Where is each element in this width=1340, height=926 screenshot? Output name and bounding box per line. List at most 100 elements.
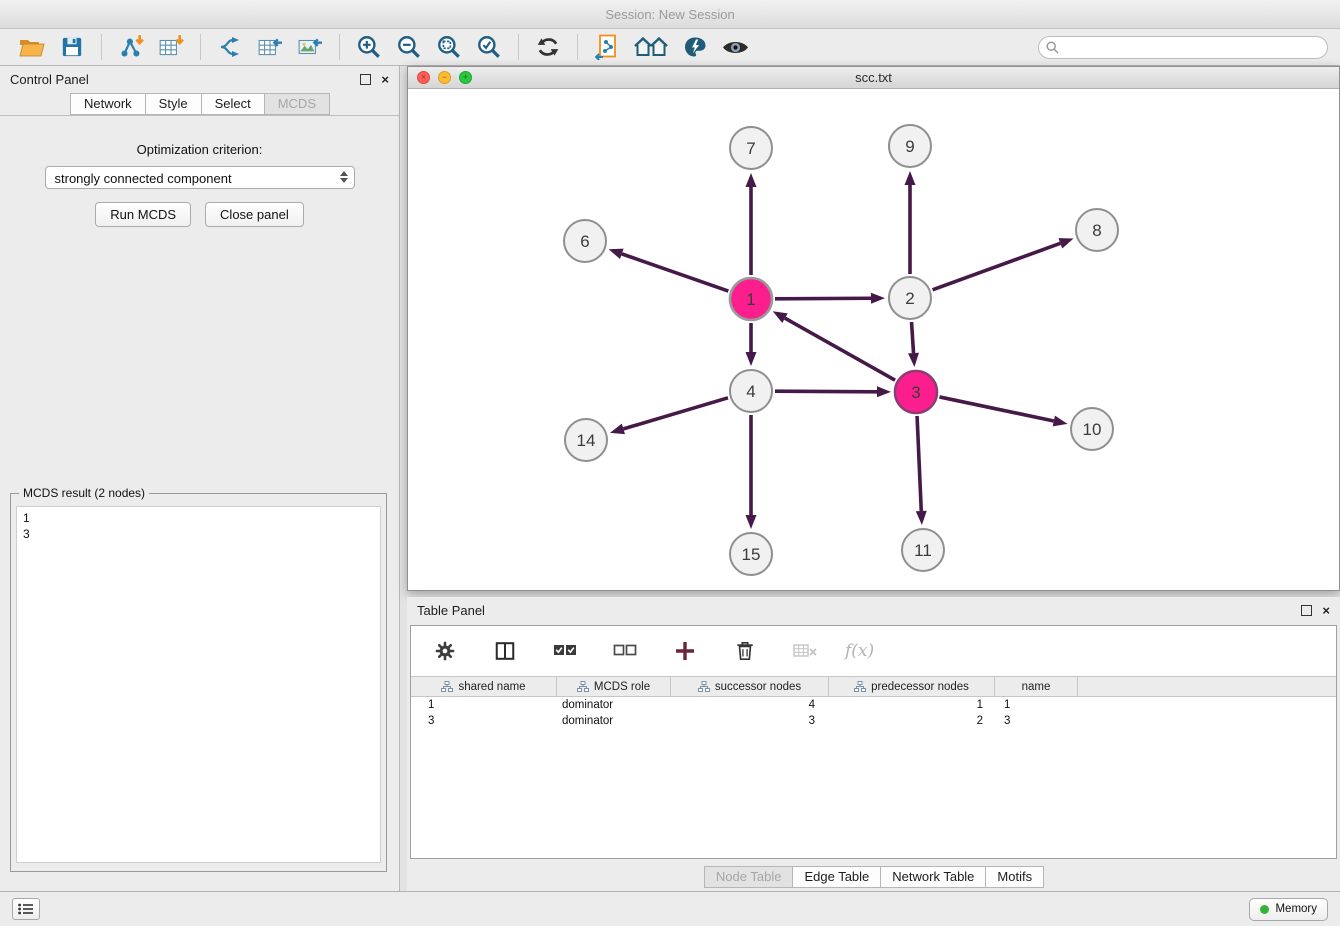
network-window-titlebar[interactable]: × − + scc.txt [408,67,1339,89]
apply-style-icon[interactable] [680,33,710,61]
show-columns-icon[interactable] [490,637,520,665]
table-row[interactable]: 1 dominator 4 1 1 [411,697,1336,713]
edge-arrowhead-1-4 [746,352,757,366]
column-header-successor-nodes[interactable]: successor nodes [671,677,829,696]
create-column-plus-icon[interactable] [670,637,700,665]
edge-arrowhead-3-11 [916,511,927,525]
zoom-in-icon[interactable] [354,33,384,61]
column-type-icon [441,681,453,692]
tab-node-table[interactable]: Node Table [704,866,794,888]
close-panel-icon[interactable]: × [381,73,389,86]
toolbar-separator [339,34,340,60]
edge-1-2[interactable] [775,298,871,299]
edge-arrowhead-1-7 [746,173,757,187]
cell-mcds-role[interactable]: dominator [557,713,671,729]
tab-network-table[interactable]: Network Table [880,866,986,888]
edge-3-10[interactable] [939,397,1053,421]
node-label-3: 3 [911,383,920,402]
close-window-button[interactable]: × [417,71,430,84]
network-view-window: × − + scc.txt 7968124314101511 [407,66,1340,591]
network-canvas[interactable]: 7968124314101511 [408,89,1339,591]
refresh-view-icon[interactable] [533,33,563,61]
import-network-icon[interactable] [116,33,146,61]
table-settings-gear-icon[interactable] [430,637,460,665]
cell-name[interactable]: 1 [995,697,1078,713]
show-graphics-details-icon[interactable] [720,33,750,61]
node-label-14: 14 [577,431,596,450]
cell-name[interactable]: 3 [995,713,1078,729]
float-panel-icon[interactable] [360,74,371,85]
network-window-title: scc.txt [855,70,892,85]
import-table-icon[interactable] [156,33,186,61]
toolbar-separator [101,34,102,60]
edge-1-6[interactable] [622,254,729,291]
edge-2-3[interactable] [912,322,914,353]
search-input[interactable] [1038,36,1328,59]
node-table-container: f(x) shared name MCDS role successor nod… [410,625,1337,859]
search-field[interactable] [1038,36,1328,59]
new-network-icon[interactable] [215,33,245,61]
cell-predecessor-nodes[interactable]: 2 [829,713,995,729]
main-toolbar [0,29,1340,66]
toolbar-separator [577,34,578,60]
task-history-button[interactable] [12,898,40,920]
cell-predecessor-nodes[interactable]: 1 [829,697,995,713]
tab-edge-table[interactable]: Edge Table [792,866,881,888]
tab-select[interactable]: Select [201,93,265,115]
mcds-result-list[interactable]: 1 3 [16,506,381,863]
column-header-name[interactable]: name [995,677,1078,696]
export-image-icon[interactable] [295,33,325,61]
tab-mcds[interactable]: MCDS [264,93,330,115]
column-header-mcds-role[interactable]: MCDS role [557,677,671,696]
cell-successor-nodes[interactable]: 3 [671,713,829,729]
node-label-9: 9 [905,137,914,156]
zoom-window-button[interactable]: + [459,71,472,84]
edge-arrowhead-4-15 [746,515,757,529]
column-label: shared name [458,681,525,693]
table-panel-tabs: Node Table Edge Table Network Table Moti… [407,866,1340,888]
minimize-window-button[interactable]: − [438,71,451,84]
tab-motifs[interactable]: Motifs [985,866,1044,888]
zoom-fit-icon[interactable] [434,33,464,61]
edge-arrowhead-1-2 [871,293,885,304]
cell-successor-nodes[interactable]: 4 [671,697,829,713]
select-all-rows-icon[interactable] [550,637,580,665]
cell-mcds-role[interactable]: dominator [557,697,671,713]
edge-2-8[interactable] [933,243,1061,289]
zoom-selected-icon[interactable] [474,33,504,61]
open-session-icon[interactable] [17,33,47,61]
edge-arrowhead-4-14 [610,424,625,435]
memory-button[interactable]: Memory [1249,898,1328,921]
float-panel-icon[interactable] [1301,605,1312,616]
edge-3-11[interactable] [917,416,921,511]
column-header-predecessor-nodes[interactable]: predecessor nodes [829,677,995,696]
cell-shared-name[interactable]: 3 [411,713,557,729]
control-panel-header: Control Panel × [0,66,399,93]
edge-arrowhead-4-3 [877,386,891,397]
mcds-result-fieldset: MCDS result (2 nodes) 1 3 [10,493,387,872]
tab-style[interactable]: Style [145,93,202,115]
tab-network[interactable]: Network [70,93,146,115]
home-icon[interactable] [632,33,670,61]
edge-3-1[interactable] [785,318,895,380]
new-table-icon[interactable] [255,33,285,61]
node-label-11: 11 [914,541,932,560]
edge-4-3[interactable] [775,391,877,392]
close-panel-button[interactable]: Close panel [205,202,304,227]
zoom-out-icon[interactable] [394,33,424,61]
optimization-criterion-select[interactable]: strongly connected component [45,166,355,189]
result-line: 3 [23,526,374,542]
column-label: name [1022,681,1051,693]
delete-columns-trash-icon[interactable] [730,637,760,665]
run-mcds-button[interactable]: Run MCDS [95,202,191,227]
column-type-icon [577,681,589,692]
control-panel-title: Control Panel [10,72,89,87]
table-row[interactable]: 3 dominator 3 2 3 [411,713,1336,729]
close-panel-icon[interactable]: × [1322,604,1330,617]
deselect-all-rows-icon[interactable] [610,637,640,665]
copy-network-icon[interactable] [592,33,622,61]
save-session-icon[interactable] [57,33,87,61]
column-header-shared-name[interactable]: shared name [411,677,557,696]
cell-shared-name[interactable]: 1 [411,697,557,713]
edge-4-14[interactable] [623,398,728,429]
